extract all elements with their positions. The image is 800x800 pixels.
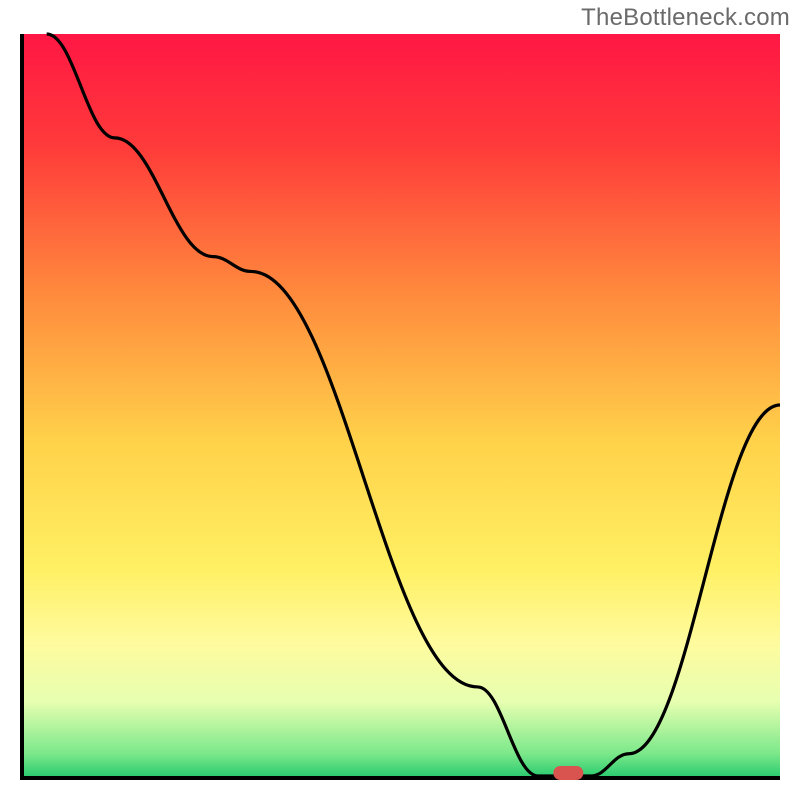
plot-svg xyxy=(24,34,780,776)
gradient-background xyxy=(24,34,780,776)
optimal-marker xyxy=(553,766,583,780)
plot-area xyxy=(20,34,780,780)
watermark-text: TheBottleneck.com xyxy=(581,4,790,32)
chart-container: TheBottleneck.com xyxy=(0,0,800,800)
